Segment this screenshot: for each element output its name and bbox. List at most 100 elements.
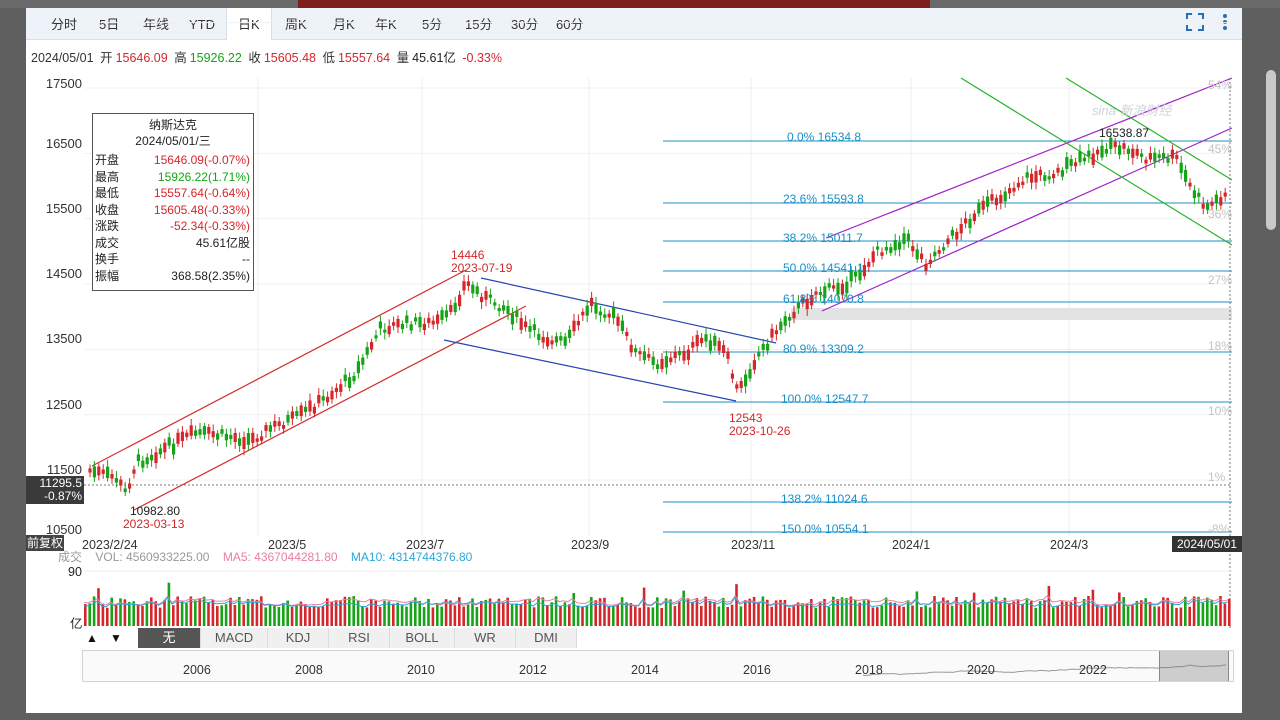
- candle-body: [867, 261, 871, 267]
- volume-bar: [576, 605, 580, 626]
- tooltip-row: 最低 15557.64(-0.64%): [93, 185, 253, 202]
- tooltip-row: 成交 45.61亿股: [93, 235, 253, 252]
- volume-bar: [999, 601, 1002, 626]
- volume-bar: [541, 597, 545, 626]
- candle-body: [647, 353, 651, 358]
- candle-body: [238, 438, 242, 446]
- volume-bar: [475, 606, 479, 626]
- volume-bar: [106, 607, 109, 626]
- volume-bar: [1052, 607, 1055, 626]
- candle-body: [101, 469, 105, 474]
- volume-bar: [1228, 598, 1231, 626]
- candle-body: [229, 435, 233, 440]
- volume-bar: [1148, 601, 1152, 626]
- candle-body: [392, 322, 396, 326]
- arrow-down-icon[interactable]: ▼: [106, 628, 126, 648]
- candle-body: [1087, 150, 1091, 157]
- candle-body: [915, 249, 919, 260]
- volume-bar: [145, 601, 149, 626]
- tooltip-key: 开盘: [95, 153, 120, 167]
- candle-body: [299, 405, 303, 417]
- indicator-tab[interactable]: MACD: [201, 628, 268, 648]
- candle-body: [1096, 149, 1100, 155]
- tooltip-title: 纳斯达克: [148, 118, 197, 132]
- volume-bar: [172, 605, 175, 626]
- candle-body: [774, 330, 778, 335]
- candle-body: [1069, 159, 1073, 166]
- candle-body: [770, 328, 774, 338]
- candle-body: [141, 460, 145, 468]
- candle-body: [154, 452, 158, 464]
- volume-bar: [774, 600, 778, 626]
- nav-year-label: 2010: [407, 663, 435, 677]
- y-tick-label: 14500: [45, 266, 82, 281]
- page-scrollbar[interactable]: [1266, 70, 1276, 230]
- candle-body: [880, 252, 884, 256]
- volume-bar: [154, 601, 157, 626]
- volume-bar: [642, 587, 646, 626]
- candle-body: [110, 473, 114, 479]
- volume-bar: [1056, 605, 1059, 626]
- candle-body: [994, 197, 998, 206]
- arrow-up-icon[interactable]: ▲: [82, 628, 102, 648]
- candle-body: [612, 307, 616, 319]
- tooltip-row: 开盘 15646.09(-0.07%): [93, 152, 253, 169]
- candle-body: [933, 251, 937, 257]
- candle-body: [594, 302, 598, 314]
- candle-body: [678, 350, 682, 356]
- candle-body: [937, 250, 941, 254]
- volume-bar: [849, 596, 853, 626]
- volume-bar: [273, 605, 276, 626]
- candle-body: [1188, 182, 1192, 187]
- indicator-tab[interactable]: 无: [138, 628, 201, 648]
- volume-bar: [1100, 607, 1103, 626]
- candle-body: [726, 351, 730, 359]
- indicator-tab[interactable]: DMI: [516, 628, 577, 648]
- volume-bar: [1096, 605, 1099, 626]
- tooltip-row: 振幅 368.58(2.35%): [93, 268, 253, 285]
- candle-body: [506, 305, 510, 314]
- candle-body: [167, 437, 171, 446]
- candle-body: [981, 200, 985, 210]
- indicator-tab[interactable]: RSI: [329, 628, 390, 648]
- vol-value: VOL: 4560933225.00: [95, 550, 210, 564]
- candle-body: [950, 229, 954, 236]
- volume-bar: [832, 596, 835, 626]
- news-banner[interactable]: [298, 0, 930, 8]
- volume-bar: [400, 605, 404, 626]
- volume-bar: [167, 582, 171, 626]
- navigator-selection[interactable]: [1159, 651, 1229, 681]
- candle-body: [233, 432, 237, 443]
- volume-bar: [308, 607, 311, 626]
- volume-bar: [968, 602, 971, 626]
- pct-tick-label: 27%: [1208, 273, 1233, 287]
- volume-bar: [801, 603, 804, 626]
- vol-top-tick: 90: [68, 565, 82, 579]
- volume-bar: [854, 599, 857, 626]
- candle-body: [766, 343, 770, 351]
- volume-bar: [581, 606, 584, 626]
- candle-body: [123, 488, 127, 493]
- timeline-navigator[interactable]: 2006 2008 2010 2012 2014 2016 2018 2020 2022: [82, 650, 1234, 682]
- pct-tick-label: 18%: [1208, 339, 1233, 353]
- volume-bar: [405, 606, 408, 626]
- fib-level-label: 0.0% 16534.8: [787, 130, 862, 144]
- candle-body: [1113, 141, 1117, 148]
- candle-body: [1184, 169, 1188, 182]
- volume-bar: [246, 599, 250, 626]
- candle-body: [343, 374, 347, 382]
- tooltip-key: 成交: [95, 235, 120, 250]
- candle-body: [422, 323, 426, 331]
- candle-body: [172, 443, 176, 455]
- candle-body: [1056, 167, 1060, 173]
- indicator-tab[interactable]: WR: [455, 628, 516, 648]
- indicator-tab[interactable]: BOLL: [390, 628, 455, 648]
- tooltip-row: 收盘 15605.48(-0.33%): [93, 202, 253, 219]
- pct-tick-label: 36%: [1208, 207, 1233, 221]
- candle-body: [700, 337, 704, 344]
- volume-bar: [805, 603, 809, 626]
- indicator-tab[interactable]: KDJ: [268, 628, 329, 648]
- x-tick-label: 2023/9: [571, 538, 610, 552]
- volume-bar: [321, 606, 325, 626]
- nav-year-label: 2006: [183, 663, 211, 677]
